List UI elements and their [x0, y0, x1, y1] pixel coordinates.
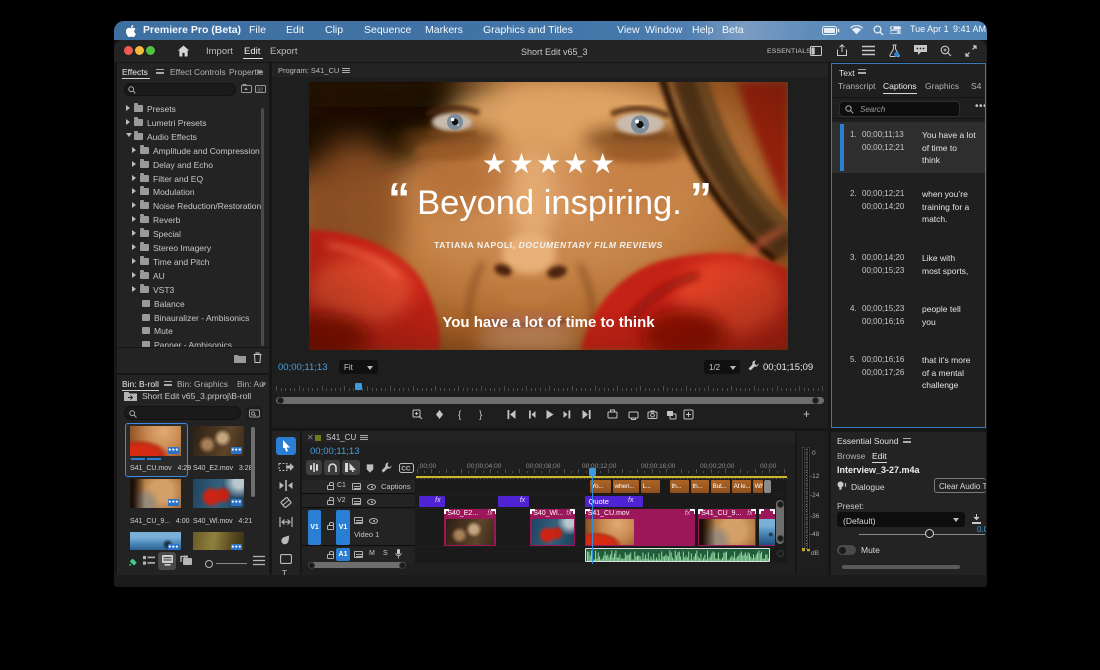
svg-text:}: }	[479, 410, 483, 420]
svg-text:CC: CC	[401, 465, 411, 472]
svg-text:32: 32	[257, 88, 263, 94]
svg-text:{: {	[458, 410, 462, 420]
svg-text:▮▮: ▮▮	[184, 555, 188, 559]
